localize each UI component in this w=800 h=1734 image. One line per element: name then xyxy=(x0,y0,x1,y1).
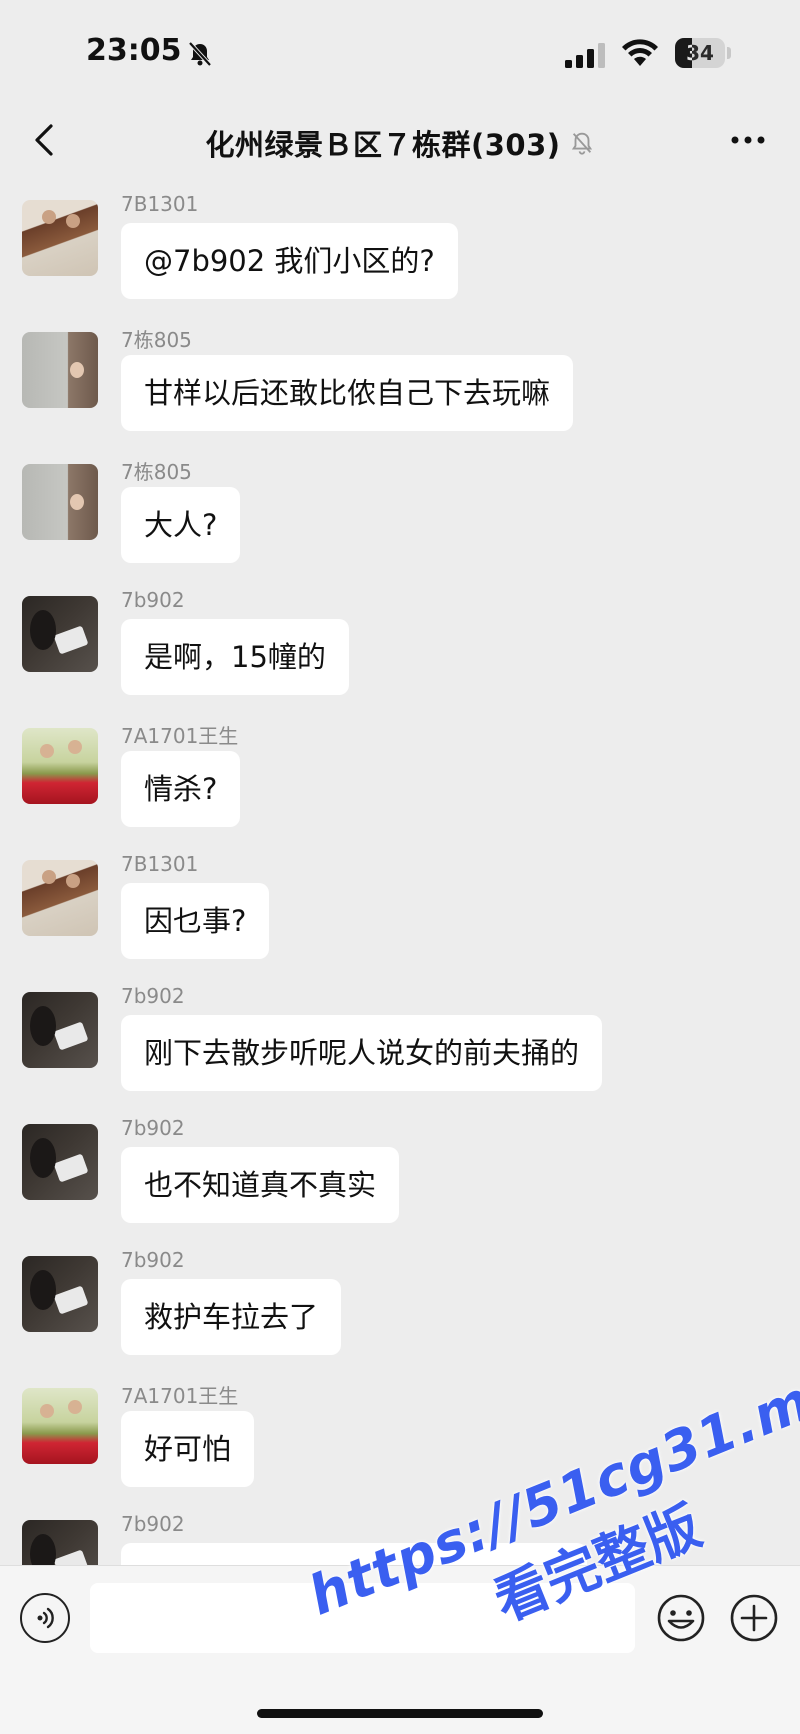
message-row: 7B1301 @7b902 我们小区的? xyxy=(0,180,800,312)
sender-name: 7b902 xyxy=(121,588,185,612)
voice-button[interactable] xyxy=(20,1593,70,1643)
group-name: 化州绿景Ｂ区７栋群(303) xyxy=(205,128,561,162)
message-row: 7A1701王生 好可怕 xyxy=(0,1368,800,1500)
message-bubble[interactable]: 大人? xyxy=(121,487,241,563)
avatar-7a1701[interactable] xyxy=(22,728,98,804)
more-icon xyxy=(731,136,765,144)
more-button[interactable] xyxy=(726,118,770,162)
message-input[interactable] xyxy=(90,1583,635,1653)
message-row: 7栋805 甘样以后还敢比侬自己下去玩嘛 xyxy=(0,312,800,444)
sender-name: 7b902 xyxy=(121,1512,185,1536)
avatar-7dong805[interactable] xyxy=(22,332,98,408)
emoji-icon[interactable] xyxy=(656,1593,706,1643)
input-bar xyxy=(0,1565,800,1734)
nav-bar: 化州绿景Ｂ区７栋群(303) xyxy=(0,100,800,180)
message-bubble[interactable]: 情杀? xyxy=(121,751,241,827)
battery-percent: 34 xyxy=(686,41,714,65)
message-list[interactable]: 7B1301 @7b902 我们小区的? 7栋805 甘样以后还敢比侬自己下去玩… xyxy=(0,180,800,1565)
message-row: 7A1701王生 情杀? xyxy=(0,708,800,840)
avatar-7dong805[interactable] xyxy=(22,464,98,540)
sender-name: 7栋805 xyxy=(121,460,192,484)
sender-name: 7B1301 xyxy=(121,192,199,216)
message-bubble[interactable]: @7b902 我们小区的? xyxy=(121,223,458,299)
avatar-7a1701[interactable] xyxy=(22,1388,98,1464)
battery-icon: 34 xyxy=(675,38,725,68)
home-indicator[interactable] xyxy=(257,1709,543,1718)
avatar-7b1301[interactable] xyxy=(22,860,98,936)
bell-muted-icon xyxy=(188,41,212,67)
message-bubble[interactable]: 救护车拉去了 xyxy=(121,1279,342,1355)
message-bubble[interactable]: 因乜事? xyxy=(121,883,270,959)
message-bubble[interactable] xyxy=(121,1543,587,1565)
sender-name: 7b902 xyxy=(121,1116,185,1140)
message-bubble[interactable]: 是啊，15幢的 xyxy=(121,619,349,695)
message-row: 7b902 也不知道真不真实 xyxy=(0,1104,800,1236)
avatar-7b1301[interactable] xyxy=(22,200,98,276)
chat-title: 化州绿景Ｂ区７栋群(303) xyxy=(0,122,800,164)
message-row: 7B1301 因乜事? xyxy=(0,840,800,972)
avatar-7b902[interactable] xyxy=(22,1124,98,1200)
sender-name: 7b902 xyxy=(121,984,185,1008)
status-time: 23:05 xyxy=(86,33,182,68)
message-row: 7b902 刚下去散步听呢人说女的前夫捅的 xyxy=(0,972,800,1104)
status-bar: 23:05 34 xyxy=(0,0,800,100)
sender-name: 7A1701王生 xyxy=(121,724,239,748)
sender-name: 7b902 xyxy=(121,1248,185,1272)
wifi-icon xyxy=(622,39,658,66)
avatar-7b902[interactable] xyxy=(22,1520,98,1565)
message-row: 7b902 是啊，15幢的 xyxy=(0,576,800,708)
avatar-7b902[interactable] xyxy=(22,596,98,672)
avatar-7b902[interactable] xyxy=(22,992,98,1068)
sender-name: 7B1301 xyxy=(121,852,199,876)
message-bubble[interactable]: 刚下去散步听呢人说女的前夫捅的 xyxy=(121,1015,603,1091)
message-bubble[interactable]: 甘样以后还敢比侬自己下去玩嘛 xyxy=(121,355,574,431)
message-bubble[interactable]: 好可怕 xyxy=(121,1411,255,1487)
message-bubble[interactable]: 也不知道真不真实 xyxy=(121,1147,400,1223)
sender-name: 7栋805 xyxy=(121,328,192,352)
bell-muted-icon xyxy=(571,132,592,155)
sender-name: 7A1701王生 xyxy=(121,1384,239,1408)
plus-icon[interactable] xyxy=(729,1593,779,1643)
voice-icon xyxy=(37,1607,54,1629)
message-row: 7b902 xyxy=(0,1500,800,1565)
battery-tip xyxy=(727,47,731,59)
message-row: 7b902 救护车拉去了 xyxy=(0,1236,800,1368)
avatar-7b902[interactable] xyxy=(22,1256,98,1332)
signal-icon xyxy=(565,43,605,68)
message-row: 7栋805 大人? xyxy=(0,444,800,576)
